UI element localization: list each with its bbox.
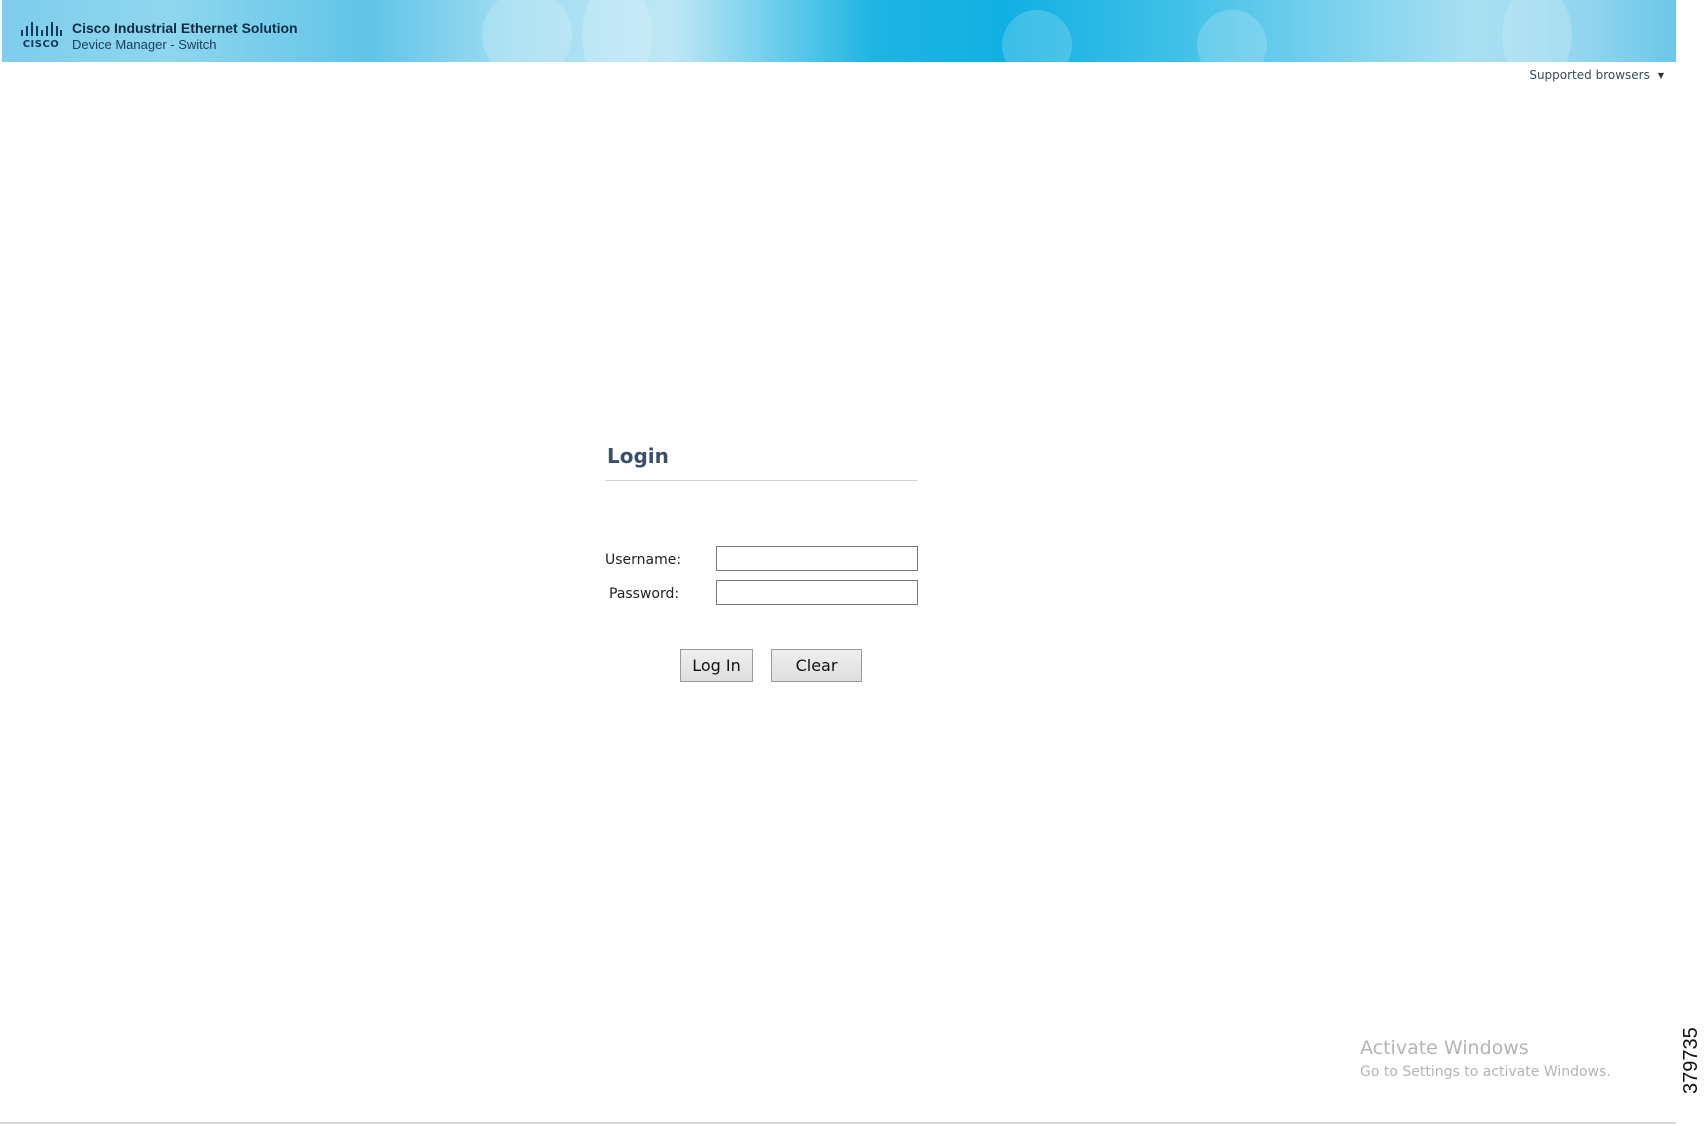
password-label: Password: <box>609 586 680 602</box>
figure-number: 379735 <box>1680 1027 1702 1094</box>
header-decoration <box>1197 10 1267 62</box>
supported-browsers-dropdown[interactable]: Supported browsers ▼ <box>1529 68 1664 82</box>
brand: CISCO Cisco Industrial Ethernet Solution… <box>20 20 298 53</box>
username-label: Username: <box>605 552 682 568</box>
cisco-logo: CISCO <box>20 20 62 50</box>
header-banner: CISCO Cisco Industrial Ethernet Solution… <box>2 0 1676 62</box>
cisco-logo-word: CISCO <box>22 39 60 50</box>
header-decoration <box>1502 0 1572 62</box>
watermark-subtitle: Go to Settings to activate Windows. <box>1360 1064 1611 1080</box>
cisco-bars-icon <box>21 22 62 36</box>
supported-browsers-label: Supported browsers <box>1529 68 1650 82</box>
activate-windows-watermark: Activate Windows Go to Settings to activ… <box>1360 1036 1611 1082</box>
watermark-title: Activate Windows <box>1360 1037 1529 1059</box>
login-divider <box>605 480 917 481</box>
login-button[interactable]: Log In <box>680 649 753 682</box>
clear-button[interactable]: Clear <box>771 649 862 682</box>
login-title: Login <box>607 444 669 468</box>
header-decoration <box>582 0 652 62</box>
password-input[interactable] <box>716 580 918 605</box>
brand-text: Cisco Industrial Ethernet Solution Devic… <box>72 20 298 53</box>
app-subtitle: Device Manager - Switch <box>72 37 217 52</box>
bottom-edge <box>0 1122 1676 1124</box>
caret-down-icon: ▼ <box>1657 70 1664 80</box>
header-decoration <box>482 0 572 62</box>
header-decoration <box>1002 10 1072 62</box>
app-title: Cisco Industrial Ethernet Solution <box>72 20 298 36</box>
username-input[interactable] <box>716 546 918 571</box>
